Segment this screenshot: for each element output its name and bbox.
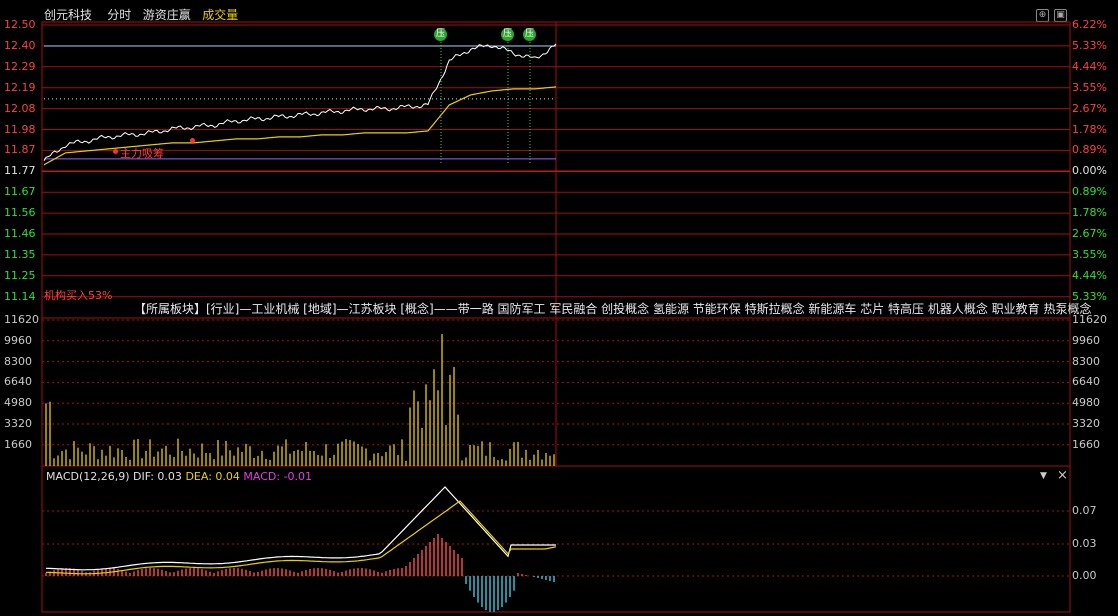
macd-axis-label: 0.07 <box>1072 504 1097 517</box>
rightLabels-label: 0.89% <box>1072 185 1107 199</box>
macd-chart <box>45 486 557 612</box>
main-force-label: 主力吸筹 <box>120 147 164 160</box>
rightLabels-label: 4.44% <box>1072 59 1107 73</box>
macd-axis-label: 0.03 <box>1072 537 1097 550</box>
pressure-marker-1[interactable]: 压 <box>434 28 447 41</box>
leftLabels-label: 11.87 <box>4 143 36 157</box>
rightLabels-label: 0.00% <box>1072 164 1107 178</box>
leftLabels-label: 11.14 <box>4 289 36 303</box>
rightLabels-label: 3.55% <box>1072 80 1107 94</box>
rightLabels-label: 3.55% <box>1072 247 1107 261</box>
leftLabels-label: 12.50 <box>4 18 36 31</box>
leftLabels-label: 12.19 <box>4 80 36 94</box>
institution-buy-label: 机构买入53% <box>44 289 113 302</box>
volLeft-label: 6640 <box>4 375 32 389</box>
volRight-label: 9960 <box>1072 333 1100 347</box>
volRight-label: 4980 <box>1072 396 1100 410</box>
leftLabels-label: 12.29 <box>4 59 36 73</box>
price-line <box>43 43 557 162</box>
main-force-dot-icon <box>113 149 118 154</box>
volRight-label: 11620 <box>1072 313 1107 326</box>
sector-tags: 【所属板块】[行业]—工业机械 [地域]—江苏板块 [概念]——带一路 国防军工… <box>134 302 1092 316</box>
leftLabels-label: 12.08 <box>4 101 36 115</box>
volLeft-label: 1660 <box>4 437 32 451</box>
macd-dif-line <box>45 486 556 571</box>
rightLabels-label: 2.67% <box>1072 227 1107 240</box>
volLeft-label: 11620 <box>4 313 39 326</box>
rightLabels-label: 6.22% <box>1072 18 1107 31</box>
volRight-label: 8300 <box>1072 354 1100 368</box>
volRight-label: 3320 <box>1072 417 1100 430</box>
leftLabels-label: 11.77 <box>4 164 36 178</box>
leftLabels-label: 11.46 <box>4 227 36 240</box>
volRight-label: 1660 <box>1072 437 1100 451</box>
leftLabels-label: 11.25 <box>4 268 36 282</box>
macd-legend: MACD(12,26,9) DIF: 0.03 DEA: 0.04 MACD: … <box>46 470 312 483</box>
macd-axis-label: 0.00 <box>1072 569 1097 582</box>
rightLabels-label: 2.67% <box>1072 101 1107 115</box>
rightLabels-label: 4.44% <box>1072 268 1107 282</box>
pressure-marker-3[interactable]: 压 <box>523 28 536 41</box>
leftLabels-label: 11.35 <box>4 247 36 261</box>
volLeft-label: 3320 <box>4 417 32 430</box>
rightLabels-label: 0.89% <box>1072 143 1107 157</box>
leftLabels-label: 12.40 <box>4 38 36 52</box>
volume-chart <box>45 334 555 466</box>
pressure-marker-2[interactable]: 压 <box>501 28 514 41</box>
volLeft-label: 9960 <box>4 333 32 347</box>
leftLabels-label: 11.98 <box>4 122 36 136</box>
macd-dea-value: DEA: 0.04 <box>185 470 240 483</box>
chart-grid <box>41 21 1071 613</box>
leftLabels-label: 11.56 <box>4 206 36 220</box>
rightLabels-label: 5.33% <box>1072 38 1107 52</box>
volLeft-label: 8300 <box>4 354 32 368</box>
macd-dif-value: DIF: 0.03 <box>133 470 182 483</box>
leftLabels-label: 11.67 <box>4 185 36 199</box>
rightLabels-label: 1.78% <box>1072 122 1107 136</box>
volRight-label: 6640 <box>1072 375 1100 389</box>
volLeft-label: 4980 <box>4 396 32 410</box>
main-force-dot-icon <box>190 138 195 143</box>
macd-title[interactable]: MACD(12,26,9) <box>46 470 130 483</box>
macd-value: MACD: -0.01 <box>243 470 313 483</box>
rightLabels-label: 1.78% <box>1072 206 1107 220</box>
macd-close-icon[interactable]: × <box>1057 468 1068 483</box>
macd-dropdown-icon[interactable]: ▼ <box>1040 471 1047 481</box>
macd-dea-line <box>45 500 557 575</box>
